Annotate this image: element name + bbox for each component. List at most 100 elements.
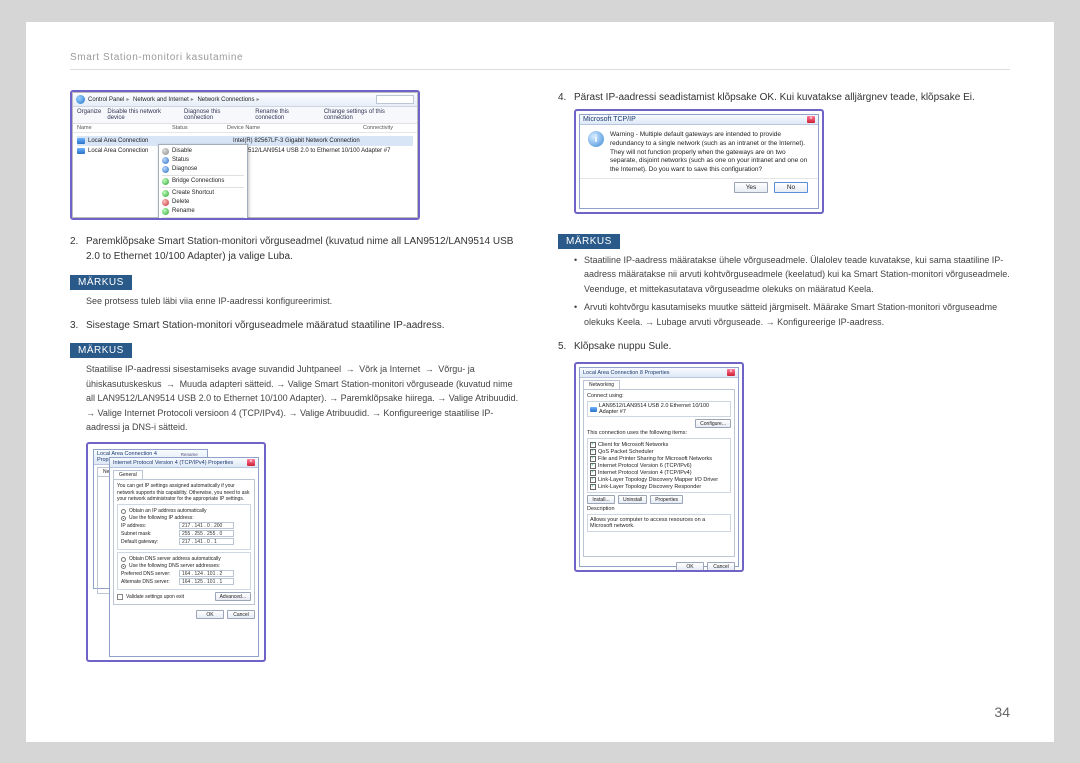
install-button[interactable]: Install... [587,495,615,504]
fig-ipv4-properties: Local Area Connection 4 PropertiesRename… [86,442,266,662]
toolbar-change-settings[interactable]: Change settings of this connection [324,109,413,121]
radio-obtain-dns[interactable]: Obtain DNS server address automatically [121,556,247,562]
checkbox-icon[interactable] [590,484,596,490]
description-label: Description [587,506,731,512]
note-body: Staatilise IP-aadressi sisestamiseks ava… [86,362,522,434]
shortcut-icon [162,190,169,197]
diagnose-icon [162,166,169,173]
checkbox-icon[interactable] [590,456,596,462]
checkbox-icon[interactable] [590,463,596,469]
left-column: Control Panel▸ Network and Internet▸ Net… [70,90,522,663]
gateway-field[interactable]: 217 . 141 . 0 . 1 [179,538,234,545]
close-icon[interactable]: × [247,459,255,466]
menu-status[interactable]: Status [159,156,247,165]
radio-obtain-ip[interactable]: Obtain an IP address automatically [121,508,247,514]
menu-bridge[interactable]: Bridge Connections [159,177,247,186]
cancel-button[interactable]: Cancel [707,562,735,571]
dialog-title: Local Area Connection 8 Properties [583,370,670,376]
dns2-field[interactable]: 164 . 125 . 101 . 1 [179,578,234,585]
fig-lac8-properties: Local Area Connection 8 Properties × Netw… [574,362,744,572]
context-menu: Disable Status Diagnose Bridge Connectio… [158,144,248,220]
dialog-title: Microsoft TCP/IP [583,116,636,123]
connect-using-label: Connect using: [587,393,731,399]
menu-diagnose[interactable]: Diagnose [159,165,247,174]
radio-use-dns[interactable]: Use the following DNS server addresses: [121,563,247,569]
column-headers: Name Status Device Name Connectivity [73,124,417,133]
page-header-title: Smart Station-monitori kasutamine [70,52,1010,63]
menu-delete[interactable]: Delete [159,198,247,207]
close-icon[interactable]: × [727,369,735,376]
note-label: MÄRKUS [70,343,132,358]
right-column: 4. Pärast IP-aadressi seadistamist klõps… [558,90,1010,663]
checkbox-icon[interactable] [590,442,596,448]
note-body: See protsess tuleb läbi viia enne IP-aad… [86,294,522,308]
list-item[interactable]: Client for Microsoft Networks [590,441,728,448]
toolbar-disable[interactable]: Disable this network device [107,109,178,121]
ip-address-field[interactable]: 217 . 141 . 0 . 200 [179,522,234,529]
intro-text: You can get IP settings assigned automat… [117,483,251,502]
dialog-tcpip-warning: Microsoft TCP/IP × i Warning - Multiple d… [579,114,819,209]
close-icon[interactable]: × [807,116,815,123]
menu-shortcut[interactable]: Create Shortcut [159,189,247,198]
ok-button[interactable]: OK [676,562,704,571]
uses-items-label: This connection uses the following items… [587,430,731,436]
page-number: 34 [994,704,1010,720]
list-item[interactable]: Link-Layer Topology Discovery Mapper I/O… [590,476,728,483]
dialog-lac8-properties: Local Area Connection 8 Properties × Netw… [579,367,739,567]
advanced-button[interactable]: Advanced... [215,592,251,601]
checkbox-icon[interactable] [590,477,596,483]
list-item[interactable]: Internet Protocol Version 4 (TCP/IPv4) [590,469,728,476]
window-titlebar: Control Panel▸ Network and Internet▸ Net… [73,93,417,107]
checkbox-validate[interactable]: Validate settings upon exit Advanced... [117,592,251,601]
list-item[interactable]: Link-Layer Topology Discovery Responder [590,483,728,490]
properties-button[interactable]: Properties [650,495,683,504]
tab-general[interactable]: General [113,470,143,479]
dns1-field[interactable]: 164 . 124 . 101 . 2 [179,570,234,577]
configure-button[interactable]: Configure... [695,419,731,428]
step-3: 3. Sisestage Smart Station-monitori võrg… [70,318,522,334]
header-rule [70,69,1010,70]
menu-rename[interactable]: Rename [159,207,247,216]
list-item[interactable]: Internet Protocol Version 6 (TCP/IPv6) [590,462,728,469]
warning-message: Warning - Multiple default gateways are … [610,131,810,175]
adapter-field: LAN9512/LAN9514 USB 2.0 Ethernet 10/100 … [587,401,731,417]
toolbar: Organize Disable this network device Dia… [73,107,417,124]
menu-properties[interactable]: Properties [159,219,247,220]
cancel-button[interactable]: Cancel [227,610,255,619]
list-item[interactable]: QoS Packet Scheduler [590,448,728,455]
network-adapter-icon [590,407,597,412]
note-bullet-list: •Staatiline IP-aadress määratakse ühele … [574,253,1010,329]
bridge-icon [162,178,169,185]
disable-icon [162,148,169,155]
toolbar-diagnose[interactable]: Diagnose this connection [184,109,249,121]
menu-disable[interactable]: Disable [159,147,247,156]
rename-icon [162,208,169,215]
yes-button[interactable]: Yes [734,182,768,193]
ok-button[interactable]: OK [196,610,224,619]
toolbar-rename[interactable]: Rename this connection [255,109,318,121]
list-item[interactable]: File and Printer Sharing for Microsoft N… [590,455,728,462]
checkbox-icon[interactable] [590,470,596,476]
network-adapter-icon [77,138,85,144]
no-button[interactable]: No [774,182,808,193]
note-label: MÄRKUS [70,275,132,290]
manual-page: Smart Station-monitori kasutamine Contro… [26,22,1054,742]
bullet-text: Arvuti kohtvõrgu kasutamiseks muutke sät… [584,300,1010,329]
network-adapter-icon [77,148,85,154]
toolbar-organize[interactable]: Organize [77,109,101,121]
uninstall-button[interactable]: Uninstall [618,495,647,504]
radio-use-ip[interactable]: Use the following IP address: [121,515,247,521]
status-icon [162,157,169,164]
tab-networking[interactable]: Networking [583,380,620,389]
bullet-text: Staatiline IP-aadress määratakse ühele v… [584,253,1010,296]
subnet-mask-field[interactable]: 255 . 255 . 255 . 0 [179,530,234,537]
checkbox-icon[interactable] [590,449,596,455]
dialog-ipv4-properties: Internet Protocol Version 4 (TCP/IPv4) P… [109,457,259,657]
items-list: Client for Microsoft Networks QoS Packet… [587,438,731,493]
step-4: 4. Pärast IP-aadressi seadistamist klõps… [558,90,1010,106]
control-panel-icon [76,95,85,104]
step-2: 2. Paremklõpsake Smart Station-monitori … [70,234,522,265]
search-input[interactable] [376,95,414,104]
info-icon: i [588,131,604,147]
fig-tcpip-warning: Microsoft TCP/IP × i Warning - Multiple d… [574,109,824,214]
